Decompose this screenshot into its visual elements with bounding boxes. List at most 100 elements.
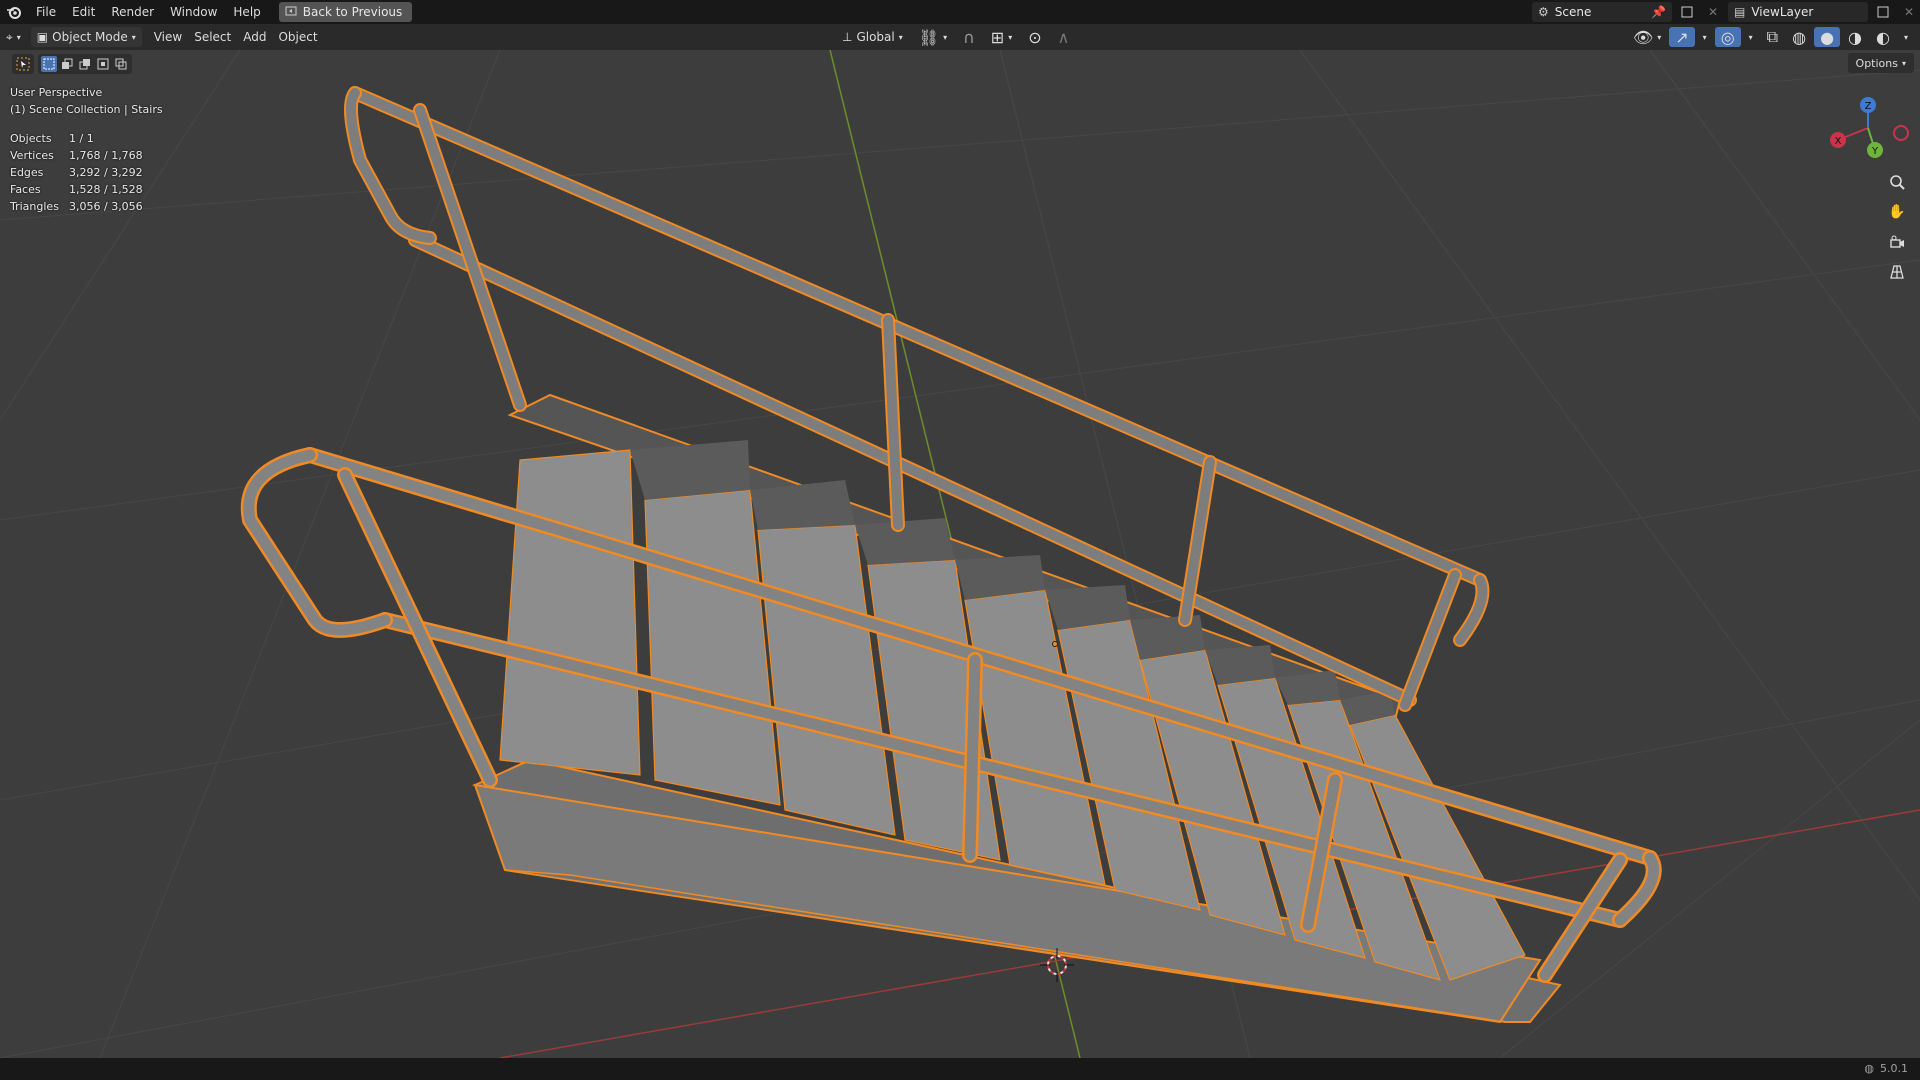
options-label: Options [1855, 56, 1898, 70]
delete-view-layer-icon[interactable]: ✕ [1898, 2, 1920, 22]
magnet-icon: ∩ [963, 27, 975, 47]
material-shading-button[interactable]: ◑ [1842, 27, 1868, 47]
editor-type-icon: ⌖ [6, 29, 13, 44]
active-tool-button[interactable] [12, 54, 34, 74]
scene-canvas[interactable] [0, 50, 1920, 1058]
xray-icon: ⧉ [1766, 27, 1779, 46]
solid-sphere-icon: ● [1820, 27, 1835, 47]
menu-window[interactable]: Window [162, 0, 225, 24]
pivot-point-selector[interactable]: ⛓ ▾ [913, 27, 953, 47]
perspective-toggle-icon[interactable] [1882, 260, 1912, 284]
view-layer-name: ViewLayer [1751, 5, 1814, 19]
selection-mode-group [38, 54, 132, 74]
gizmo-z-label: Z [1865, 101, 1872, 112]
stats-row-triangles: Triangles 3,056 / 3,056 [10, 200, 143, 213]
menu-object[interactable]: Object [272, 27, 323, 47]
select-intersect-icon[interactable] [113, 56, 129, 72]
chevron-down-icon: ▾ [131, 32, 136, 42]
menu-add[interactable]: Add [237, 27, 272, 47]
snap-target-selector[interactable]: ⊞ ▾ [985, 27, 1018, 47]
stats-row-edges: Edges 3,292 / 3,292 [10, 166, 143, 179]
snap-toggle[interactable]: ∩ [957, 27, 981, 47]
proportional-icon: ⊙ [1028, 27, 1042, 47]
scene-icon: ⚙ [1538, 5, 1549, 19]
shading-options[interactable]: ▾ [1898, 27, 1914, 47]
back-icon [285, 5, 297, 19]
navigation-buttons: ✋ [1882, 170, 1912, 284]
new-view-layer-icon[interactable] [1872, 2, 1894, 22]
material-sphere-icon: ◑ [1848, 27, 1863, 47]
menu-file[interactable]: File [28, 0, 64, 24]
mode-selector[interactable]: ▣ Object Mode ▾ [30, 27, 142, 47]
viewport-info: User Perspective (1) Scene Collection | … [10, 84, 163, 118]
menu-edit[interactable]: Edit [64, 0, 103, 24]
gizmo-options[interactable]: ▾ [1697, 27, 1713, 47]
delete-scene-icon[interactable]: ✕ [1702, 2, 1724, 22]
chevron-down-icon: ▾ [1901, 58, 1906, 68]
view-layer-icon: ▤ [1734, 5, 1746, 19]
scene-name: Scene [1554, 5, 1592, 19]
pivot-icon: ⛓ [918, 27, 940, 47]
new-scene-icon[interactable] [1676, 2, 1698, 22]
back-to-previous-button[interactable]: Back to Previous [278, 2, 413, 22]
camera-view-icon[interactable] [1882, 230, 1912, 254]
stats-row-vertices: Vertices 1,768 / 1,768 [10, 149, 143, 162]
select-extend-icon[interactable] [59, 56, 75, 72]
gizmo-icon: ↗ [1675, 27, 1689, 47]
wireframe-sphere-icon: ◍ [1792, 27, 1807, 47]
version-info: ◍ 5.0.1 [1864, 1062, 1908, 1075]
menu-select[interactable]: Select [188, 27, 237, 47]
select-cursor-icon [15, 56, 31, 72]
rendered-sphere-icon: ◐ [1876, 27, 1890, 47]
status-bar: ◍ 5.0.1 [0, 1058, 1920, 1080]
visibility-selector[interactable]: 👁 ▾ [1627, 27, 1667, 47]
statistics-overlay: Objects 1 / 1 Vertices 1,768 / 1,768 Edges… [10, 130, 143, 215]
snap-increment-icon: ⊞ [990, 27, 1005, 47]
rendered-shading-button[interactable]: ◐ [1870, 27, 1896, 47]
wireframe-shading-button[interactable]: ◍ [1786, 27, 1812, 47]
solid-shading-button[interactable]: ● [1814, 27, 1841, 47]
xray-toggle[interactable]: ⧉ [1761, 27, 1784, 47]
top-right-controls: ⚙ Scene 📌 ✕ ▤ ViewLayer ✕ [1532, 0, 1920, 24]
gizmo-toggle[interactable]: ↗ [1669, 27, 1695, 47]
menu-help[interactable]: Help [225, 0, 268, 24]
pan-hand-icon[interactable]: ✋ [1882, 200, 1912, 224]
select-new-icon[interactable] [41, 56, 57, 72]
object-origin [1052, 641, 1058, 647]
select-invert-icon[interactable] [95, 56, 111, 72]
editor-type-selector[interactable]: ⌖ ▾ [0, 27, 27, 47]
gizmo-x-label: X [1835, 136, 1842, 147]
options-button[interactable]: Options ▾ [1847, 53, 1914, 73]
tool-settings-row [12, 54, 132, 74]
transform-tools: ⊥ Global ▾ ⛓ ▾ ∩ ⊞ ▾ ⊙ ∧ [836, 27, 1075, 47]
globe-icon: ◍ [1864, 1062, 1874, 1075]
navigation-gizmo[interactable]: Z X Y [1820, 88, 1910, 168]
scene-selector[interactable]: ⚙ Scene 📌 [1532, 2, 1672, 22]
stairs-mesh[interactable] [471, 393, 1562, 1024]
blender-logo-icon[interactable] [0, 0, 28, 24]
orientation-icon: ⊥ [842, 30, 853, 44]
gizmo-neg-x-axis[interactable] [1893, 125, 1909, 141]
stats-row-faces: Faces 1,528 / 1,528 [10, 183, 143, 196]
transform-orientation-selector[interactable]: ⊥ Global ▾ [836, 27, 909, 47]
falloff-selector[interactable]: ∧ [1052, 27, 1076, 47]
viewport-shading-tools: 👁 ▾ ↗ ▾ ◎ ▾ ⧉ ◍ ● ◑ ◐ ▾ [1627, 27, 1914, 47]
orientation-label: Global [856, 30, 895, 44]
eye-icon: 👁 [1632, 27, 1654, 47]
select-subtract-icon[interactable] [77, 56, 93, 72]
collection-label: (1) Scene Collection | Stairs [10, 103, 163, 116]
overlay-icon: ◎ [1720, 27, 1735, 47]
overlay-toggle[interactable]: ◎ [1714, 27, 1741, 47]
pin-icon: 📌 [1651, 5, 1666, 19]
object-mode-icon: ▣ [36, 30, 49, 44]
overlay-options[interactable]: ▾ [1743, 27, 1759, 47]
menu-view[interactable]: View [148, 27, 188, 47]
perspective-label: User Perspective [10, 86, 103, 99]
view-layer-selector[interactable]: ▤ ViewLayer [1728, 2, 1868, 22]
stats-row-objects: Objects 1 / 1 [10, 132, 94, 145]
3d-viewport[interactable]: User Perspective (1) Scene Collection | … [0, 50, 1920, 1058]
zoom-icon[interactable] [1882, 170, 1912, 194]
falloff-icon: ∧ [1057, 27, 1070, 47]
menu-render[interactable]: Render [103, 0, 162, 24]
proportional-edit-toggle[interactable]: ⊙ [1022, 27, 1047, 47]
